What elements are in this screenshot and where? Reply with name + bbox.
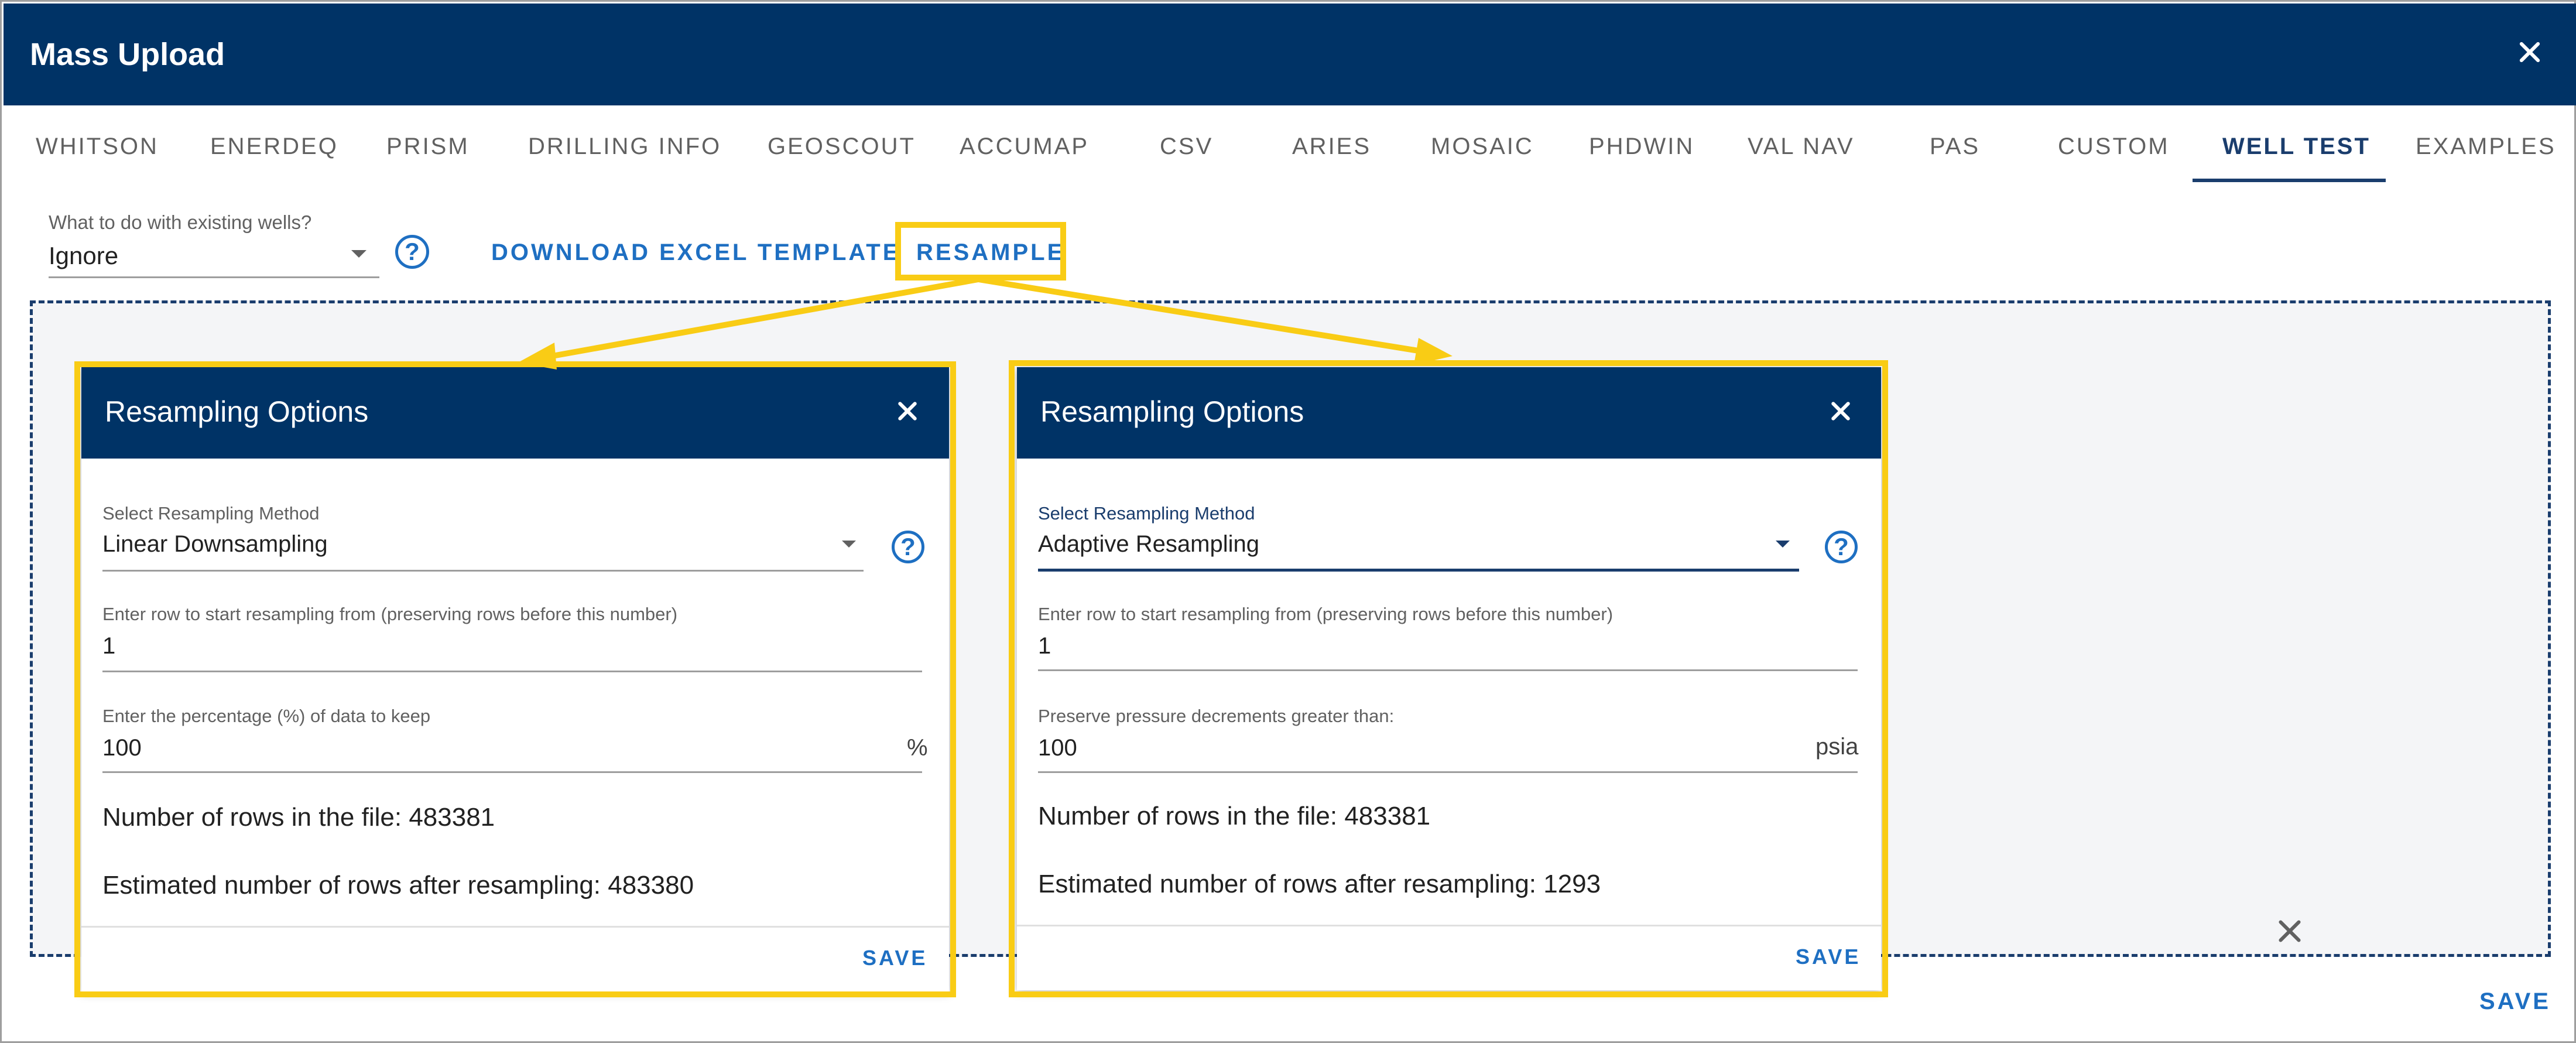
arrow-to-adaptive-dialog xyxy=(978,276,1419,354)
annotation-arrows xyxy=(518,276,1453,370)
mass-upload-window: Mass Upload WHITSON ENERDEQ PRISM DRILLI… xyxy=(0,0,2576,1043)
arrow-head-left xyxy=(518,343,557,370)
main-save-button[interactable]: SAVE xyxy=(2479,989,2551,1015)
arrow-to-linear-dialog xyxy=(551,276,979,359)
arrow-head-right xyxy=(1414,338,1453,365)
